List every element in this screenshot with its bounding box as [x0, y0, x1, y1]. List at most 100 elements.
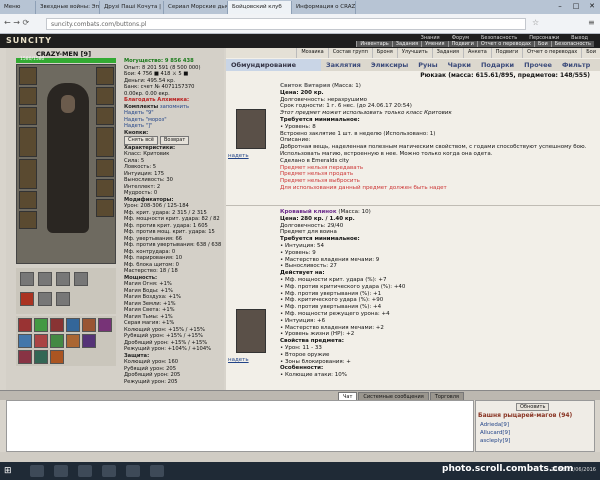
tab-runes[interactable]: Руны	[413, 59, 442, 71]
browser-tab[interactable]: Информация о CRAZY-M	[292, 1, 356, 14]
tab-elixirs[interactable]: Эликсиры	[366, 59, 413, 71]
sub-link[interactable]: Безопасность	[550, 41, 594, 47]
slot-icon[interactable]	[38, 272, 52, 286]
leggings-slot[interactable]	[96, 159, 114, 177]
effect-icon[interactable]	[50, 334, 64, 348]
effect-icon[interactable]	[18, 350, 32, 364]
refresh-button[interactable]: Обновить	[516, 403, 550, 411]
browser-tab-active[interactable]: Бойцовский клуб	[228, 1, 292, 14]
effect-icon[interactable]	[34, 334, 48, 348]
effect-icon[interactable]	[50, 318, 64, 332]
gloves-slot[interactable]	[96, 67, 114, 85]
blade-item-image[interactable]	[236, 309, 266, 353]
item-durability: Долговечность: 29/40	[280, 222, 344, 229]
tab-gifts[interactable]: Подарки	[476, 59, 519, 71]
item-title[interactable]: Свиток Витария	[280, 83, 330, 89]
sub-link[interactable]: Отчет о переводах	[476, 41, 534, 47]
shield-slot[interactable]	[96, 107, 114, 125]
bracers-slot[interactable]	[96, 87, 114, 105]
item-title[interactable]: Кровавый клинок	[280, 209, 337, 215]
slot-icon[interactable]	[56, 292, 70, 306]
ring2-slot[interactable]	[96, 199, 114, 217]
slot-icon[interactable]	[20, 272, 34, 286]
effect-icon[interactable]	[66, 318, 80, 332]
nav-link[interactable]: Улучшить	[396, 48, 432, 58]
helmet-slot[interactable]	[19, 67, 37, 85]
taskbar-app-icon[interactable]	[78, 465, 92, 477]
item-description: Свиток Витария (Масса: 1) Цена: 200 кр. …	[280, 83, 592, 192]
belt-slot[interactable]	[19, 191, 37, 209]
take-off-button[interactable]: Снять всё	[124, 136, 158, 145]
tab-spells[interactable]: Заклятия	[321, 59, 366, 71]
taskbar-app-icon[interactable]	[30, 465, 44, 477]
sub-link[interactable]: Инвентарь	[356, 41, 391, 47]
effect-icon[interactable]	[34, 318, 48, 332]
star-icon[interactable]: ☆	[532, 18, 539, 27]
sub-link[interactable]: Умения	[421, 41, 447, 47]
minimize-icon[interactable]: –	[552, 0, 568, 12]
maximize-icon[interactable]: □	[568, 0, 584, 12]
weapon-slot[interactable]	[19, 127, 37, 157]
sub-link[interactable]: Подвиги	[447, 41, 477, 47]
return-button[interactable]: Возврат	[160, 136, 190, 145]
taskbar-app-icon[interactable]	[54, 465, 68, 477]
user-item[interactable]: Allucard[9]	[480, 430, 510, 436]
rune-slot[interactable]	[20, 292, 34, 306]
kits-remember-link[interactable]: запомнить	[160, 104, 189, 110]
nav-link[interactable]: Отчет о переводах	[522, 48, 581, 58]
menu-icon[interactable]: ≡	[588, 18, 595, 27]
amulet-slot[interactable]	[19, 107, 37, 125]
effect-icon[interactable]	[50, 350, 64, 364]
browser-tab[interactable]: Сериал Морские дьяволы	[164, 1, 228, 14]
nav-link[interactable]: Задания	[431, 48, 463, 58]
back-forward-icon[interactable]: ← → ⟳	[4, 18, 29, 27]
ring-slot[interactable]	[19, 211, 37, 229]
sub-link[interactable]: Бои	[534, 41, 551, 47]
browser-tab[interactable]: Друзі Паші Кочута | 10 рд	[100, 1, 164, 14]
effect-icon[interactable]	[98, 318, 112, 332]
nav-link[interactable]: Подвиги	[490, 48, 522, 58]
windows-icon[interactable]: ⊞	[4, 466, 14, 476]
slot-icon[interactable]	[74, 272, 88, 286]
room-title: Башня рыцарей-магов (94)	[478, 412, 573, 419]
nav-link[interactable]: Броня	[371, 48, 397, 58]
taskbar-app-icon[interactable]	[102, 465, 116, 477]
tab-equipment[interactable]: Обмундирование	[226, 59, 321, 71]
browser-tab[interactable]: Меню	[0, 1, 36, 14]
nav-link[interactable]: Мозаика	[296, 48, 327, 58]
armor-slot[interactable]	[19, 159, 37, 189]
slot-icon[interactable]	[38, 292, 52, 306]
slot-icon[interactable]	[56, 272, 70, 286]
effect-icon[interactable]	[66, 334, 80, 348]
power-row: Режущий урон: +104% / +104%	[124, 346, 212, 352]
equip-link[interactable]: надеть	[228, 153, 249, 159]
item-prop-row: • Второе оружие	[280, 351, 330, 358]
effect-icon[interactable]	[82, 334, 96, 348]
boots-slot[interactable]	[96, 179, 114, 197]
earring-slot[interactable]	[19, 87, 37, 105]
chat-area[interactable]	[6, 400, 474, 452]
tab-other[interactable]: Прочее	[519, 59, 557, 71]
taskbar-app-icon[interactable]	[126, 465, 140, 477]
user-item[interactable]: Adrieda[9]	[480, 422, 509, 428]
tab-charms[interactable]: Чарки	[443, 59, 476, 71]
effect-icon[interactable]	[82, 318, 96, 332]
scroll-item-image[interactable]	[236, 109, 266, 149]
sub-link[interactable]: Задания	[391, 41, 421, 47]
nav-link[interactable]: Анкета	[463, 48, 491, 58]
browser-tab[interactable]: Звездные войны: Эпизод	[36, 1, 100, 14]
item-feat-row: • Колющие атаки: 10%	[280, 372, 347, 379]
close-icon[interactable]: ✕	[584, 0, 600, 12]
effect-icon[interactable]	[34, 350, 48, 364]
nav-link[interactable]: Бои	[581, 48, 600, 58]
chat-input-bar[interactable]	[0, 452, 600, 462]
offhand-slot[interactable]	[96, 127, 114, 157]
tab-filter[interactable]: Фильтр	[557, 59, 595, 71]
nav-link[interactable]: Состав групп	[327, 48, 372, 58]
equip-link[interactable]: надеть	[228, 357, 249, 363]
user-item[interactable]: ascleply[9]	[480, 438, 510, 444]
taskbar-app-icon[interactable]	[150, 465, 164, 477]
effect-icon[interactable]	[18, 318, 32, 332]
effect-icon[interactable]	[18, 334, 32, 348]
url-field[interactable]: suncity.combats.com/buttons.pl	[46, 18, 526, 30]
